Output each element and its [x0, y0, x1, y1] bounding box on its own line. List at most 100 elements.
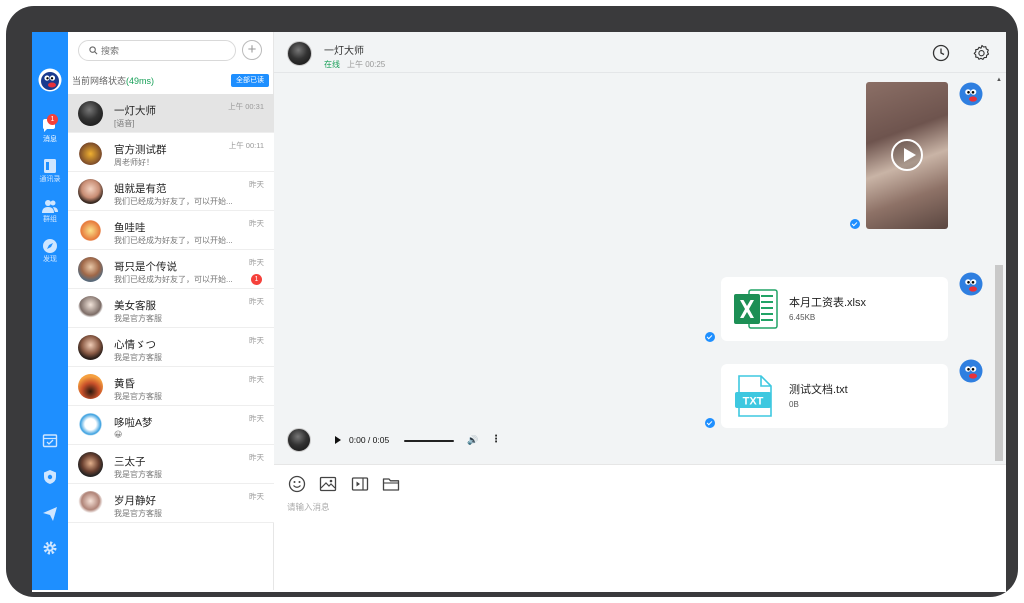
conversation-time: 昨天 — [249, 375, 264, 384]
excel-icon — [734, 289, 778, 329]
conversation-time: 昨天 — [249, 180, 264, 189]
chat-header: 一灯大师 在线 上午 00:25 — [274, 32, 1006, 73]
security-button[interactable] — [32, 469, 68, 485]
conversation-item[interactable]: 岁月静好 我是官方客服 昨天 — [68, 484, 274, 523]
contacts-book-icon — [44, 159, 56, 173]
conversation-preview: 我们已经成为好友了，可以开始... — [114, 236, 233, 245]
my-avatar-bird-icon — [959, 272, 983, 296]
conversation-avatar — [78, 491, 103, 516]
my-avatar[interactable] — [32, 68, 68, 92]
conversation-preview: 我是官方客服 — [114, 353, 162, 362]
message-input[interactable] — [287, 501, 987, 581]
conversation-time: 上午 00:31 — [228, 102, 264, 111]
compass-icon — [43, 239, 57, 253]
search-box — [78, 40, 236, 61]
scroll-up-arrow-icon[interactable]: ▲ — [996, 77, 1002, 83]
play-icon[interactable] — [335, 436, 341, 444]
unread-badge: 1 — [251, 274, 262, 285]
conversation-time: 昨天 — [249, 297, 264, 306]
conversation-item[interactable]: 美女客服我是官方客服 昨天 — [68, 289, 274, 328]
conversation-time: 昨天 — [249, 453, 264, 462]
calendar-button[interactable] — [32, 432, 68, 448]
txt-icon: TXT — [735, 375, 772, 417]
emoji-icon[interactable] — [288, 475, 306, 493]
conversation-item[interactable]: 哥只是个传说 我们已经成为好友了，可以开始... 昨天 1 — [68, 250, 274, 289]
read-receipt-icon — [705, 332, 715, 342]
conversation-item[interactable]: 姐就是有范我们已经成为好友了，可以开始... 昨天 — [68, 172, 274, 211]
message-scrollbar[interactable]: ▲ — [994, 73, 1004, 464]
conversation-avatar — [78, 374, 103, 399]
conversation-preview: 我们已经成为好友了，可以开始... — [114, 197, 233, 206]
chat-settings-gear-icon[interactable] — [973, 44, 991, 62]
network-status: 当前网络状态(49ms) — [72, 74, 154, 87]
add-button[interactable]: + — [242, 40, 262, 60]
video-icon[interactable] — [351, 475, 369, 493]
peer-name: 一灯大师 — [324, 46, 364, 57]
conversation-name: 哥只是个传说 — [114, 261, 177, 273]
conversation-preview: 周老师好！ — [114, 158, 154, 167]
conversation-avatar — [78, 218, 103, 243]
play-icon[interactable] — [891, 139, 923, 171]
read-receipt-icon — [850, 219, 860, 229]
audio-progress-bar[interactable] — [404, 440, 454, 442]
messages-badge: 1 — [47, 114, 58, 125]
audio-message-row: 0:00 / 0:05 🔊 ⋮ — [274, 419, 1006, 459]
conversation-avatar — [78, 257, 103, 282]
peer-avatar[interactable] — [287, 428, 311, 452]
conversation-item[interactable]: 鱼哇哇 我们已经成为好友了，可以开始... 昨天 — [68, 211, 274, 250]
conversation-name: 鱼哇哇 — [114, 222, 146, 234]
conversation-name: 官方测试群 — [114, 144, 167, 156]
conversation-item[interactable]: 心情ゞつ 我是官方客服 昨天 — [68, 328, 274, 367]
search-input[interactable] — [101, 43, 229, 58]
file-message-xlsx[interactable]: 本月工资表.xlsx 6.45KB — [721, 277, 948, 341]
file-name: 本月工资表.xlsx — [789, 297, 866, 309]
file-size: 0B — [789, 400, 799, 409]
gear-icon — [43, 541, 57, 555]
plus-icon: + — [247, 41, 257, 58]
peer-avatar[interactable] — [287, 41, 312, 66]
paper-plane-icon — [43, 507, 57, 521]
folder-icon[interactable] — [382, 475, 400, 493]
message-list: 本月工资表.xlsx 6.45KB TXT 测试文档.txt 0B 0:00 /… — [274, 73, 1006, 464]
conversation-preview: 😀 — [114, 430, 123, 439]
nav-groups[interactable]: 群组 — [32, 198, 68, 224]
settings-button[interactable] — [32, 540, 68, 556]
conversation-name: 美女客服 — [114, 300, 156, 312]
conversation-name: 姐就是有范 — [114, 183, 167, 195]
nav-messages-label: 消息 — [43, 136, 57, 143]
clock-history-icon[interactable] — [932, 44, 950, 62]
audio-player[interactable]: 0:00 / 0:05 🔊 ⋮ — [321, 426, 505, 455]
app-window: 1 消息 通讯录 群组 发现 搜索 + 当前网络状态(49ms) 全部已读 一灯… — [32, 32, 1006, 592]
nav-discover[interactable]: 发现 — [32, 238, 68, 264]
nav-discover-label: 发现 — [43, 256, 57, 263]
file-name: 测试文档.txt — [789, 384, 848, 396]
conversation-item[interactable]: 官方测试群 周老师好！ 上午 00:11 — [68, 133, 274, 172]
image-icon[interactable] — [319, 475, 337, 493]
send-button[interactable] — [32, 506, 68, 522]
conversation-item[interactable]: 一灯大师 [语音] 上午 00:31 — [68, 94, 274, 133]
conversation-item[interactable]: 哆啦A梦 😀 昨天 — [68, 406, 274, 445]
conversation-time: 昨天 — [249, 258, 264, 267]
my-avatar-bird-icon — [959, 359, 983, 383]
conversation-item[interactable]: 黄昏 我是官方客服 昨天 — [68, 367, 274, 406]
more-options-icon[interactable]: ⋮ — [491, 434, 501, 445]
conversation-avatar — [78, 179, 103, 204]
nav-rail: 1 消息 通讯录 群组 发现 — [32, 32, 68, 590]
group-people-icon — [42, 200, 58, 213]
conversation-avatar — [78, 101, 103, 126]
nav-contacts[interactable]: 通讯录 — [32, 158, 68, 184]
volume-icon[interactable]: 🔊 — [467, 435, 478, 446]
scrollbar-thumb[interactable] — [995, 265, 1003, 461]
conversation-item[interactable]: 三太子 我是官方客服 昨天 — [68, 445, 274, 484]
conversation-avatar — [78, 140, 103, 165]
conversation-time: 昨天 — [249, 492, 264, 501]
conversation-preview: 我是官方客服 — [114, 470, 162, 479]
conversation-preview: [语音] — [114, 119, 135, 128]
mark-all-read-button[interactable]: 全部已读 — [231, 74, 269, 87]
nav-messages[interactable]: 1 消息 — [32, 114, 68, 144]
conversation-preview: 我是官方客服 — [114, 314, 162, 323]
avatar-bird-icon — [38, 68, 62, 92]
conversation-name: 哆啦A梦 — [114, 417, 153, 429]
video-message[interactable] — [866, 82, 948, 229]
conversation-avatar — [78, 296, 103, 321]
